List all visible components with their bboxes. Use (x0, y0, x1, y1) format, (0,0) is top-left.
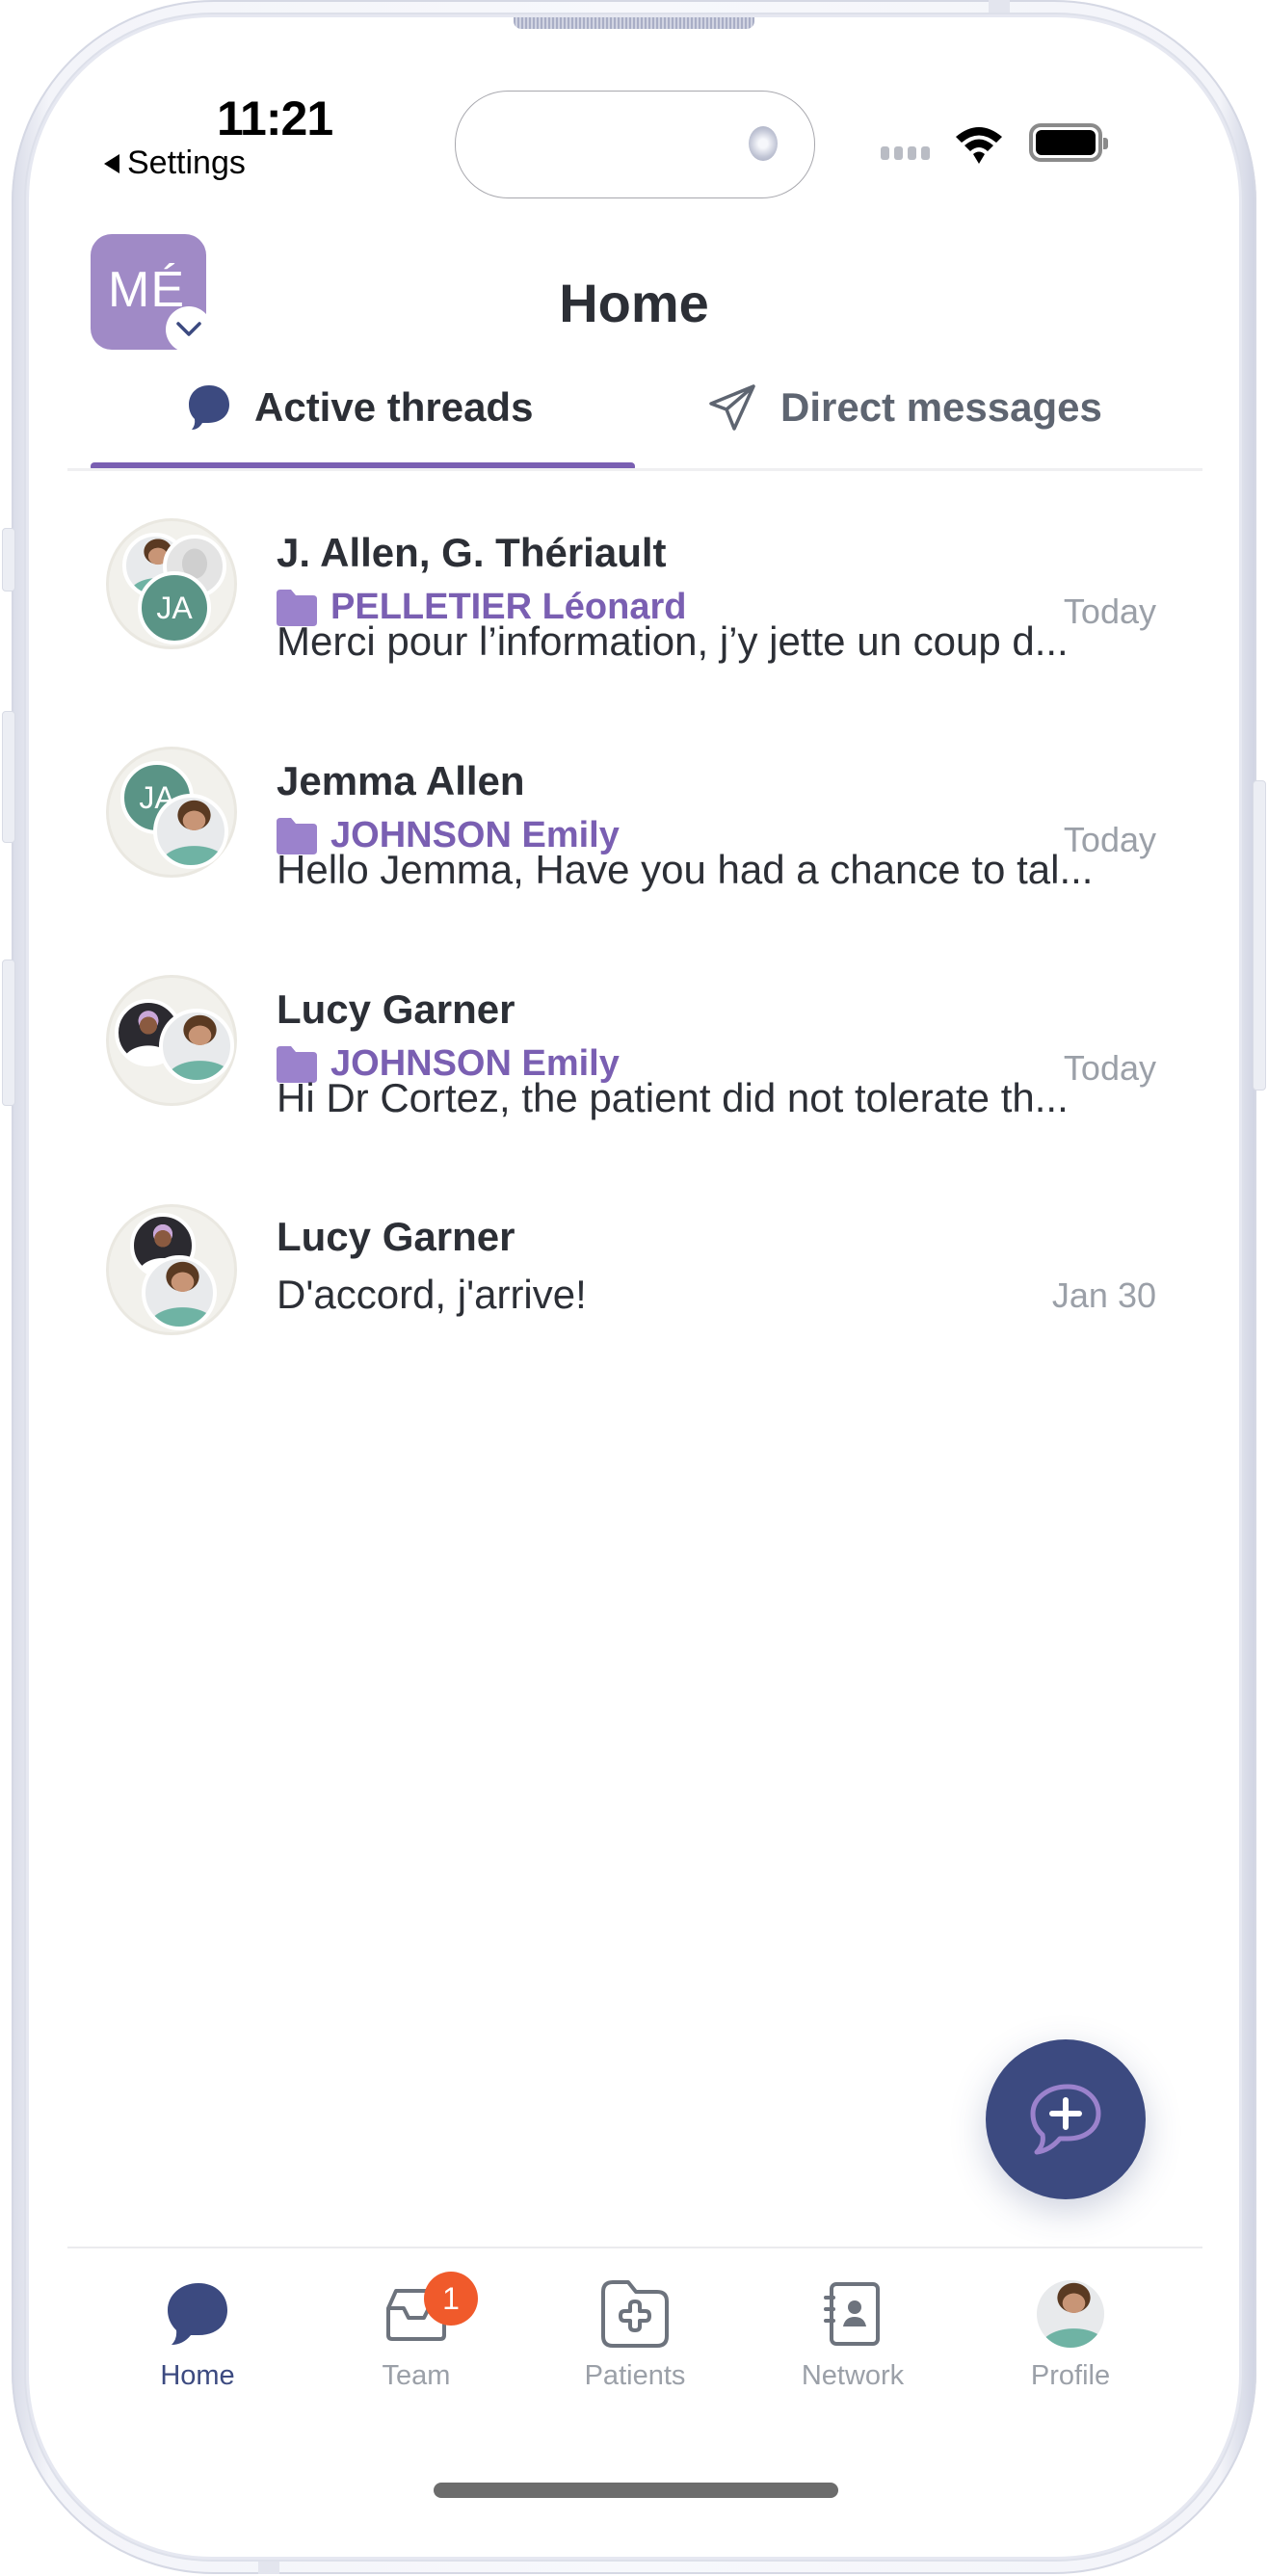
tab-bar-label: Profile (1030, 2360, 1111, 2391)
tab-label: Active threads (254, 384, 534, 430)
cellular-signal-icon (881, 146, 930, 160)
side-button-power (1253, 780, 1266, 1091)
divider (67, 468, 1202, 471)
battery-icon (1029, 123, 1108, 162)
folder-plus-icon (596, 2275, 674, 2353)
tab-bar-label: Network (801, 2360, 905, 2391)
participant-photo (153, 794, 228, 869)
thread-participants: Lucy Garner (277, 1214, 515, 1259)
back-to-settings-link[interactable]: Settings (104, 145, 246, 182)
page-title: Home (559, 273, 709, 333)
tab-bar-home[interactable]: Home (111, 2275, 284, 2401)
tab-bar-divider (67, 2247, 1202, 2248)
profile-avatar (1032, 2275, 1109, 2353)
tab-direct-messages[interactable]: Direct messages (707, 379, 1102, 436)
side-button-action (2, 528, 15, 591)
earpiece-speaker (514, 17, 754, 29)
tab-bar-label: Team (382, 2360, 451, 2391)
thread-participants: J. Allen, G. Thériault (277, 530, 667, 575)
thread-item[interactable]: JA Jemma Allen JOHNSON Emily Today Hello… (96, 739, 1195, 932)
thread-item[interactable]: Lucy Garner Jan 30 D'accord, j'arrive! (96, 1204, 1195, 1403)
notification-badge: 1 (424, 2272, 478, 2326)
frame-seam (989, 0, 1010, 17)
tab-bar-patients[interactable]: Patients (548, 2275, 722, 2401)
thread-avatar-group: JA (106, 518, 237, 649)
tab-bar-label: Home (160, 2360, 235, 2391)
contact-book-icon (814, 2275, 891, 2353)
frame-seam (258, 2557, 279, 2574)
tab-active-threads[interactable]: Active threads (187, 379, 533, 436)
thread-preview: Hello Jemma, Have you had a chance to ta… (277, 847, 1094, 892)
thread-participants: Jemma Allen (277, 758, 525, 803)
paper-plane-icon (709, 384, 755, 431)
participant-photo (142, 1255, 217, 1330)
chat-bubble-icon (159, 2275, 236, 2353)
thread-participants: Lucy Garner (277, 986, 515, 1032)
thread-avatar-group (106, 975, 237, 1106)
tab-bar-label: Patients (584, 2360, 686, 2391)
status-time: 11:21 (217, 92, 333, 145)
thread-preview: Merci pour l’information, j’y jette un c… (277, 618, 1069, 664)
thread-item[interactable]: Lucy Garner JOHNSON Emily Today Hi Dr Co… (96, 967, 1195, 1160)
side-button-volume-up (2, 711, 15, 843)
back-triangle-icon (104, 153, 119, 173)
camera-icon (749, 126, 778, 161)
side-button-volume-down (2, 959, 15, 1106)
thread-item[interactable]: JA J. Allen, G. Thériault PELLETIER Léon… (96, 511, 1195, 703)
thread-avatar-group: JA (106, 747, 237, 878)
tab-bar-profile[interactable]: Profile (984, 2275, 1157, 2401)
participant-initials: JA (138, 571, 211, 644)
back-label: Settings (127, 145, 246, 181)
tab-label: Direct messages (780, 384, 1102, 430)
tab-bar-network[interactable]: Network (766, 2275, 939, 2401)
dynamic-island (455, 91, 815, 198)
new-message-icon (1030, 2084, 1101, 2155)
thread-avatar-group (106, 1204, 237, 1335)
new-thread-button[interactable] (986, 2039, 1146, 2199)
chat-bubble-icon (189, 385, 229, 430)
thread-preview: D'accord, j'arrive! (277, 1272, 587, 1317)
participant-photo (159, 1009, 234, 1084)
home-indicator[interactable] (434, 2483, 838, 2498)
thread-preview: Hi Dr Cortez, the patient did not tolera… (277, 1075, 1069, 1120)
wifi-icon (956, 127, 1002, 164)
